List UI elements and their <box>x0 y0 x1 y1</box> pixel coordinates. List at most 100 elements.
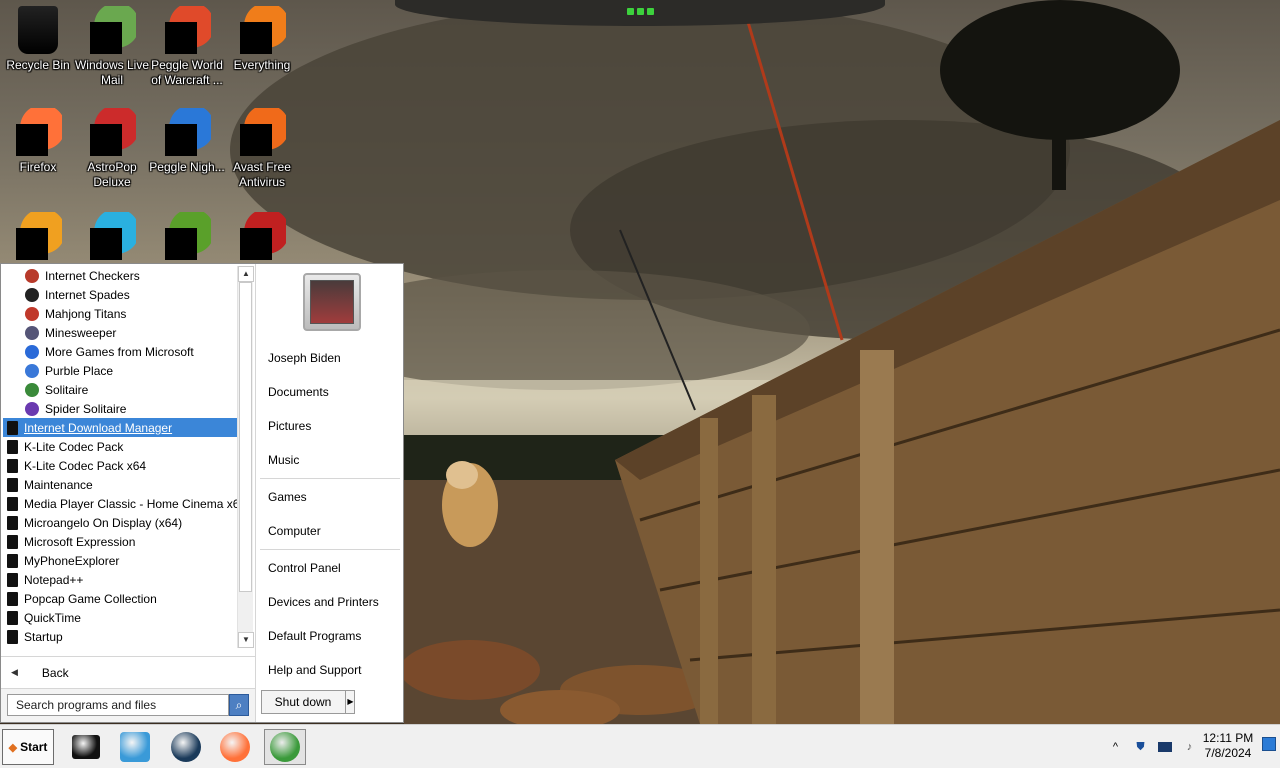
status-leds <box>623 8 657 16</box>
game-icon <box>25 382 39 397</box>
program-list-item[interactable]: Minesweeper <box>3 323 237 342</box>
user-picture[interactable] <box>303 273 361 331</box>
menu-separator <box>260 549 400 550</box>
program-list-item[interactable]: Internet Download Manager <box>3 418 237 437</box>
shield-icon[interactable]: ⛊ <box>1133 740 1148 755</box>
desktop-icon[interactable]: Peggle Nigh... <box>149 108 225 175</box>
program-folder-icon <box>7 515 18 530</box>
control-panel-link[interactable]: Control Panel <box>256 551 403 585</box>
program-list-item[interactable]: QuickTime <box>3 608 237 627</box>
desktop-icon[interactable]: Avast Free Antivirus <box>224 108 300 190</box>
desktop-icon-label: Recycle Bin <box>6 58 70 72</box>
program-list-item[interactable]: Purble Place <box>3 361 237 380</box>
pictures-link[interactable]: Pictures <box>256 409 403 443</box>
taskbar-app-button[interactable] <box>214 729 256 765</box>
show-desktop-button[interactable] <box>1262 737 1276 751</box>
program-list-item[interactable]: K-Lite Codec Pack <box>3 437 237 456</box>
program-folder-icon <box>7 420 18 435</box>
desktop-icon[interactable] <box>74 212 150 264</box>
desktop-icon[interactable] <box>224 212 300 264</box>
diamond-game-icon <box>88 212 136 260</box>
program-list-item[interactable]: Internet Checkers <box>3 266 237 285</box>
taskbar-clock[interactable]: 12:11 PM 7/8/2024 <box>1198 731 1258 761</box>
firefox-icon <box>220 732 250 762</box>
program-list-item[interactable]: Microsoft Expression <box>3 532 237 551</box>
everything-search-icon <box>238 6 286 54</box>
desktop-icon[interactable] <box>149 212 225 264</box>
desktop-icon-label: Avast Free Antivirus <box>233 160 291 189</box>
default-programs-link[interactable]: Default Programs <box>256 619 403 653</box>
program-list-item[interactable]: Microangelo On Display (x64) <box>3 513 237 532</box>
program-list-item[interactable]: Startup <box>3 627 237 646</box>
desktop-icon-label: Everything <box>233 58 291 72</box>
game-icon <box>25 363 39 378</box>
start-button[interactable]: ◆ Start <box>2 729 54 765</box>
start-flag-icon: ◆ <box>8 741 18 754</box>
program-list-scrollbar[interactable]: ▲ ▼ <box>237 266 254 648</box>
program-list-item[interactable]: Media Player Classic - Home Cinema x64 <box>3 494 237 513</box>
program-list-item[interactable]: Internet Spades <box>3 285 237 304</box>
network-icon[interactable] <box>1158 742 1172 752</box>
search-input[interactable] <box>7 694 229 716</box>
taskbar-app-button[interactable] <box>264 729 306 765</box>
taskbar-app-button[interactable] <box>114 729 156 765</box>
scroll-thumb[interactable] <box>239 282 252 592</box>
search-icon[interactable]: ⌕ <box>229 694 249 716</box>
computer-link[interactable]: Computer <box>256 514 403 548</box>
program-list: Internet Checkers Internet Spades Mahjong … <box>3 266 237 648</box>
scroll-down-arrow-icon[interactable]: ▼ <box>238 632 254 648</box>
desktop-icon[interactable]: AstroPop Deluxe <box>74 108 150 190</box>
program-folder-icon <box>7 534 18 549</box>
desktop-icon[interactable]: Recycle Bin <box>0 6 76 73</box>
program-list-item[interactable]: Solitaire <box>3 380 237 399</box>
music-link[interactable]: Music <box>256 443 403 477</box>
game-icon <box>25 344 39 359</box>
desktop-icon[interactable]: Windows Live Mail <box>74 6 150 88</box>
program-folder-icon <box>7 610 18 625</box>
desktop-icon-label: Peggle World of Warcraft ... <box>151 58 223 87</box>
program-list-item-label: Minesweeper <box>45 325 117 340</box>
plant-game-icon <box>163 212 211 260</box>
desktop-icon[interactable] <box>0 212 76 264</box>
game-icon <box>25 306 39 321</box>
help-support-link[interactable]: Help and Support <box>256 653 403 687</box>
program-folder-icon <box>7 477 18 492</box>
program-list-item[interactable]: Spider Solitaire <box>3 399 237 418</box>
games-link[interactable]: Games <box>256 480 403 514</box>
program-list-item-label: K-Lite Codec Pack <box>24 439 124 454</box>
program-list-item[interactable]: Maintenance <box>3 475 237 494</box>
shutdown-button[interactable]: Shut down ▶ <box>261 690 355 714</box>
desktop-icon[interactable]: Everything <box>224 6 300 73</box>
program-list-item[interactable]: Notepad++ <box>3 570 237 589</box>
media-center-icon <box>72 735 100 759</box>
windows-start-icon <box>270 732 300 762</box>
devices-printers-link[interactable]: Devices and Printers <box>256 585 403 619</box>
game-icon <box>25 287 39 302</box>
volume-icon[interactable]: ♪ <box>1182 740 1197 755</box>
program-folder-icon <box>7 458 18 473</box>
taskbar-app-button[interactable] <box>65 729 107 765</box>
search-row: ⌕ <box>1 688 255 722</box>
desktop-icon[interactable]: Peggle World of Warcraft ... <box>149 6 225 88</box>
taskbar-app-button[interactable] <box>165 729 207 765</box>
program-list-item-label: MyPhoneExplorer <box>24 553 120 568</box>
program-list-item[interactable]: Popcap Game Collection <box>3 589 237 608</box>
program-list-item[interactable]: Mahjong Titans <box>3 304 237 323</box>
back-button[interactable]: ◀ Back <box>1 656 255 688</box>
desktop-icon[interactable]: Firefox <box>0 108 76 175</box>
peggle-nights-icon <box>163 108 211 156</box>
program-folder-icon <box>7 439 18 454</box>
shutdown-options-arrow-icon[interactable]: ▶ <box>345 691 355 713</box>
program-list-item[interactable]: K-Lite Codec Pack x64 <box>3 456 237 475</box>
documents-link[interactable]: Documents <box>256 375 403 409</box>
scroll-up-arrow-icon[interactable]: ▲ <box>238 266 254 282</box>
user-name-link[interactable]: Joseph Biden <box>256 341 403 375</box>
program-list-item-label: QuickTime <box>24 610 81 625</box>
program-list-item[interactable]: MyPhoneExplorer <box>3 551 237 570</box>
program-list-item-label: Internet Checkers <box>45 268 140 283</box>
media-player-icon <box>120 732 150 762</box>
program-list-item[interactable]: More Games from Microsoft <box>3 342 237 361</box>
program-list-item-label: Mahjong Titans <box>45 306 127 321</box>
avast-icon <box>238 108 286 156</box>
show-hidden-icons-icon[interactable]: ^ <box>1108 740 1123 755</box>
